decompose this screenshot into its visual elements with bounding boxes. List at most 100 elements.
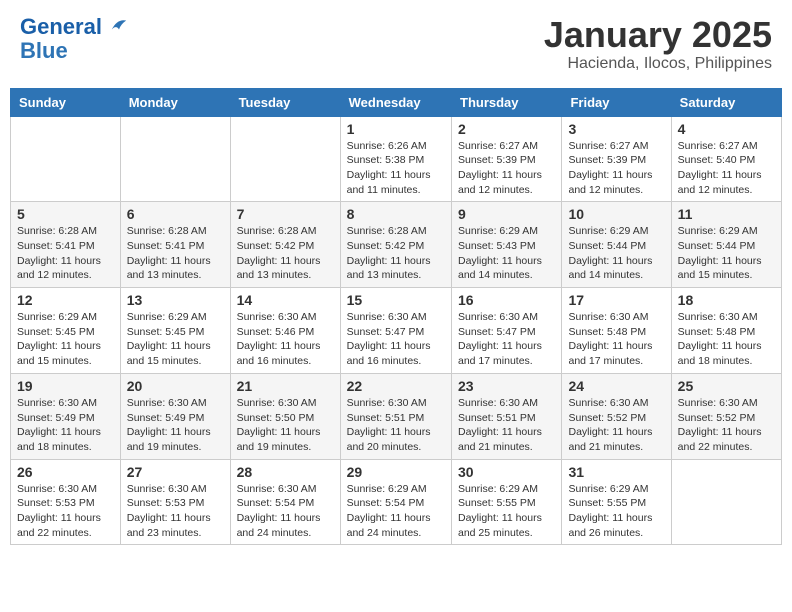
weekday-header-wednesday: Wednesday: [340, 88, 451, 116]
day-number: 17: [568, 292, 664, 308]
calendar-cell: [230, 116, 340, 202]
calendar-cell: 21 Sunrise: 6:30 AMSunset: 5:50 PMDayligh…: [230, 373, 340, 459]
calendar-cell: 18 Sunrise: 6:30 AMSunset: 5:48 PMDayligh…: [671, 288, 781, 374]
calendar-cell: 27 Sunrise: 6:30 AMSunset: 5:53 PMDayligh…: [120, 459, 230, 545]
calendar-cell: 12 Sunrise: 6:29 AMSunset: 5:45 PMDayligh…: [11, 288, 121, 374]
day-number: 14: [237, 292, 334, 308]
day-info: Sunrise: 6:30 AMSunset: 5:51 PMDaylight:…: [347, 396, 445, 455]
day-number: 28: [237, 464, 334, 480]
calendar-cell: 20 Sunrise: 6:30 AMSunset: 5:49 PMDayligh…: [120, 373, 230, 459]
day-number: 22: [347, 378, 445, 394]
day-info: Sunrise: 6:28 AMSunset: 5:41 PMDaylight:…: [127, 224, 224, 283]
day-info: Sunrise: 6:30 AMSunset: 5:53 PMDaylight:…: [17, 482, 114, 541]
calendar-week-3: 12 Sunrise: 6:29 AMSunset: 5:45 PMDayligh…: [11, 288, 782, 374]
day-info: Sunrise: 6:27 AMSunset: 5:39 PMDaylight:…: [458, 139, 555, 198]
day-info: Sunrise: 6:30 AMSunset: 5:52 PMDaylight:…: [678, 396, 775, 455]
day-info: Sunrise: 6:30 AMSunset: 5:53 PMDaylight:…: [127, 482, 224, 541]
day-info: Sunrise: 6:28 AMSunset: 5:41 PMDaylight:…: [17, 224, 114, 283]
day-number: 23: [458, 378, 555, 394]
day-number: 21: [237, 378, 334, 394]
calendar-cell: 14 Sunrise: 6:30 AMSunset: 5:46 PMDayligh…: [230, 288, 340, 374]
calendar-cell: 5 Sunrise: 6:28 AMSunset: 5:41 PMDaylight…: [11, 202, 121, 288]
calendar-cell: 7 Sunrise: 6:28 AMSunset: 5:42 PMDaylight…: [230, 202, 340, 288]
calendar-cell: 6 Sunrise: 6:28 AMSunset: 5:41 PMDaylight…: [120, 202, 230, 288]
day-info: Sunrise: 6:30 AMSunset: 5:47 PMDaylight:…: [458, 310, 555, 369]
day-number: 3: [568, 121, 664, 137]
weekday-header-thursday: Thursday: [452, 88, 562, 116]
day-number: 30: [458, 464, 555, 480]
day-info: Sunrise: 6:30 AMSunset: 5:46 PMDaylight:…: [237, 310, 334, 369]
calendar-week-2: 5 Sunrise: 6:28 AMSunset: 5:41 PMDaylight…: [11, 202, 782, 288]
day-info: Sunrise: 6:27 AMSunset: 5:39 PMDaylight:…: [568, 139, 664, 198]
calendar-cell: 1 Sunrise: 6:26 AMSunset: 5:38 PMDaylight…: [340, 116, 451, 202]
day-number: 8: [347, 206, 445, 222]
day-number: 24: [568, 378, 664, 394]
day-number: 16: [458, 292, 555, 308]
day-info: Sunrise: 6:28 AMSunset: 5:42 PMDaylight:…: [347, 224, 445, 283]
day-info: Sunrise: 6:30 AMSunset: 5:47 PMDaylight:…: [347, 310, 445, 369]
calendar-week-4: 19 Sunrise: 6:30 AMSunset: 5:49 PMDayligh…: [11, 373, 782, 459]
day-number: 7: [237, 206, 334, 222]
day-info: Sunrise: 6:29 AMSunset: 5:45 PMDaylight:…: [17, 310, 114, 369]
day-info: Sunrise: 6:29 AMSunset: 5:45 PMDaylight:…: [127, 310, 224, 369]
weekday-header-saturday: Saturday: [671, 88, 781, 116]
calendar-cell: [120, 116, 230, 202]
day-info: Sunrise: 6:29 AMSunset: 5:43 PMDaylight:…: [458, 224, 555, 283]
day-info: Sunrise: 6:26 AMSunset: 5:38 PMDaylight:…: [347, 139, 445, 198]
calendar-week-1: 1 Sunrise: 6:26 AMSunset: 5:38 PMDaylight…: [11, 116, 782, 202]
day-number: 19: [17, 378, 114, 394]
calendar-cell: 15 Sunrise: 6:30 AMSunset: 5:47 PMDayligh…: [340, 288, 451, 374]
day-number: 12: [17, 292, 114, 308]
calendar-cell: 17 Sunrise: 6:30 AMSunset: 5:48 PMDayligh…: [562, 288, 671, 374]
calendar-cell: [671, 459, 781, 545]
weekday-header-monday: Monday: [120, 88, 230, 116]
calendar-cell: 23Sunrise: 6:30 AMSunset: 5:51 PMDayligh…: [452, 373, 562, 459]
weekday-header-sunday: Sunday: [11, 88, 121, 116]
day-info: Sunrise: 6:30 AMSunset: 5:49 PMDaylight:…: [127, 396, 224, 455]
calendar-cell: 24Sunrise: 6:30 AMSunset: 5:52 PMDayligh…: [562, 373, 671, 459]
day-number: 5: [17, 206, 114, 222]
calendar-cell: 9Sunrise: 6:29 AMSunset: 5:43 PMDaylight…: [452, 202, 562, 288]
calendar-cell: 19Sunrise: 6:30 AMSunset: 5:49 PMDayligh…: [11, 373, 121, 459]
day-info: Sunrise: 6:29 AMSunset: 5:55 PMDaylight:…: [568, 482, 664, 541]
calendar-cell: 31 Sunrise: 6:29 AMSunset: 5:55 PMDayligh…: [562, 459, 671, 545]
day-number: 11: [678, 206, 775, 222]
day-info: Sunrise: 6:27 AMSunset: 5:40 PMDaylight:…: [678, 139, 775, 198]
weekday-header-tuesday: Tuesday: [230, 88, 340, 116]
calendar-cell: [11, 116, 121, 202]
day-number: 20: [127, 378, 224, 394]
day-number: 6: [127, 206, 224, 222]
day-info: Sunrise: 6:30 AMSunset: 5:48 PMDaylight:…: [678, 310, 775, 369]
day-number: 26: [17, 464, 114, 480]
calendar-week-5: 26 Sunrise: 6:30 AMSunset: 5:53 PMDayligh…: [11, 459, 782, 545]
calendar-cell: 8 Sunrise: 6:28 AMSunset: 5:42 PMDaylight…: [340, 202, 451, 288]
day-number: 10: [568, 206, 664, 222]
day-number: 29: [347, 464, 445, 480]
day-info: Sunrise: 6:30 AMSunset: 5:48 PMDaylight:…: [568, 310, 664, 369]
day-number: 15: [347, 292, 445, 308]
day-info: Sunrise: 6:28 AMSunset: 5:42 PMDaylight:…: [237, 224, 334, 283]
day-number: 27: [127, 464, 224, 480]
day-number: 1: [347, 121, 445, 137]
calendar-cell: 10Sunrise: 6:29 AMSunset: 5:44 PMDayligh…: [562, 202, 671, 288]
day-number: 31: [568, 464, 664, 480]
calendar-cell: 22 Sunrise: 6:30 AMSunset: 5:51 PMDayligh…: [340, 373, 451, 459]
calendar-table: SundayMondayTuesdayWednesdayThursdayFrid…: [10, 88, 782, 546]
calendar-cell: 28 Sunrise: 6:30 AMSunset: 5:54 PMDayligh…: [230, 459, 340, 545]
title-block: January 2025 Hacienda, Ilocos, Philippin…: [544, 15, 772, 73]
day-number: 18: [678, 292, 775, 308]
logo-blue: Blue: [20, 38, 68, 63]
calendar-cell: 29Sunrise: 6:29 AMSunset: 5:54 PMDayligh…: [340, 459, 451, 545]
month-title: January 2025: [544, 15, 772, 55]
day-info: Sunrise: 6:30 AMSunset: 5:54 PMDaylight:…: [237, 482, 334, 541]
calendar-cell: 13Sunrise: 6:29 AMSunset: 5:45 PMDayligh…: [120, 288, 230, 374]
day-info: Sunrise: 6:29 AMSunset: 5:44 PMDaylight:…: [678, 224, 775, 283]
logo: General Blue: [20, 15, 128, 63]
day-info: Sunrise: 6:30 AMSunset: 5:50 PMDaylight:…: [237, 396, 334, 455]
page-header: General Blue January 2025 Hacienda, Iloc…: [10, 10, 782, 78]
calendar-cell: 11 Sunrise: 6:29 AMSunset: 5:44 PMDayligh…: [671, 202, 781, 288]
calendar-cell: 16 Sunrise: 6:30 AMSunset: 5:47 PMDayligh…: [452, 288, 562, 374]
calendar-cell: 3 Sunrise: 6:27 AMSunset: 5:39 PMDaylight…: [562, 116, 671, 202]
logo-bird-icon: [110, 16, 128, 34]
weekday-header-friday: Friday: [562, 88, 671, 116]
